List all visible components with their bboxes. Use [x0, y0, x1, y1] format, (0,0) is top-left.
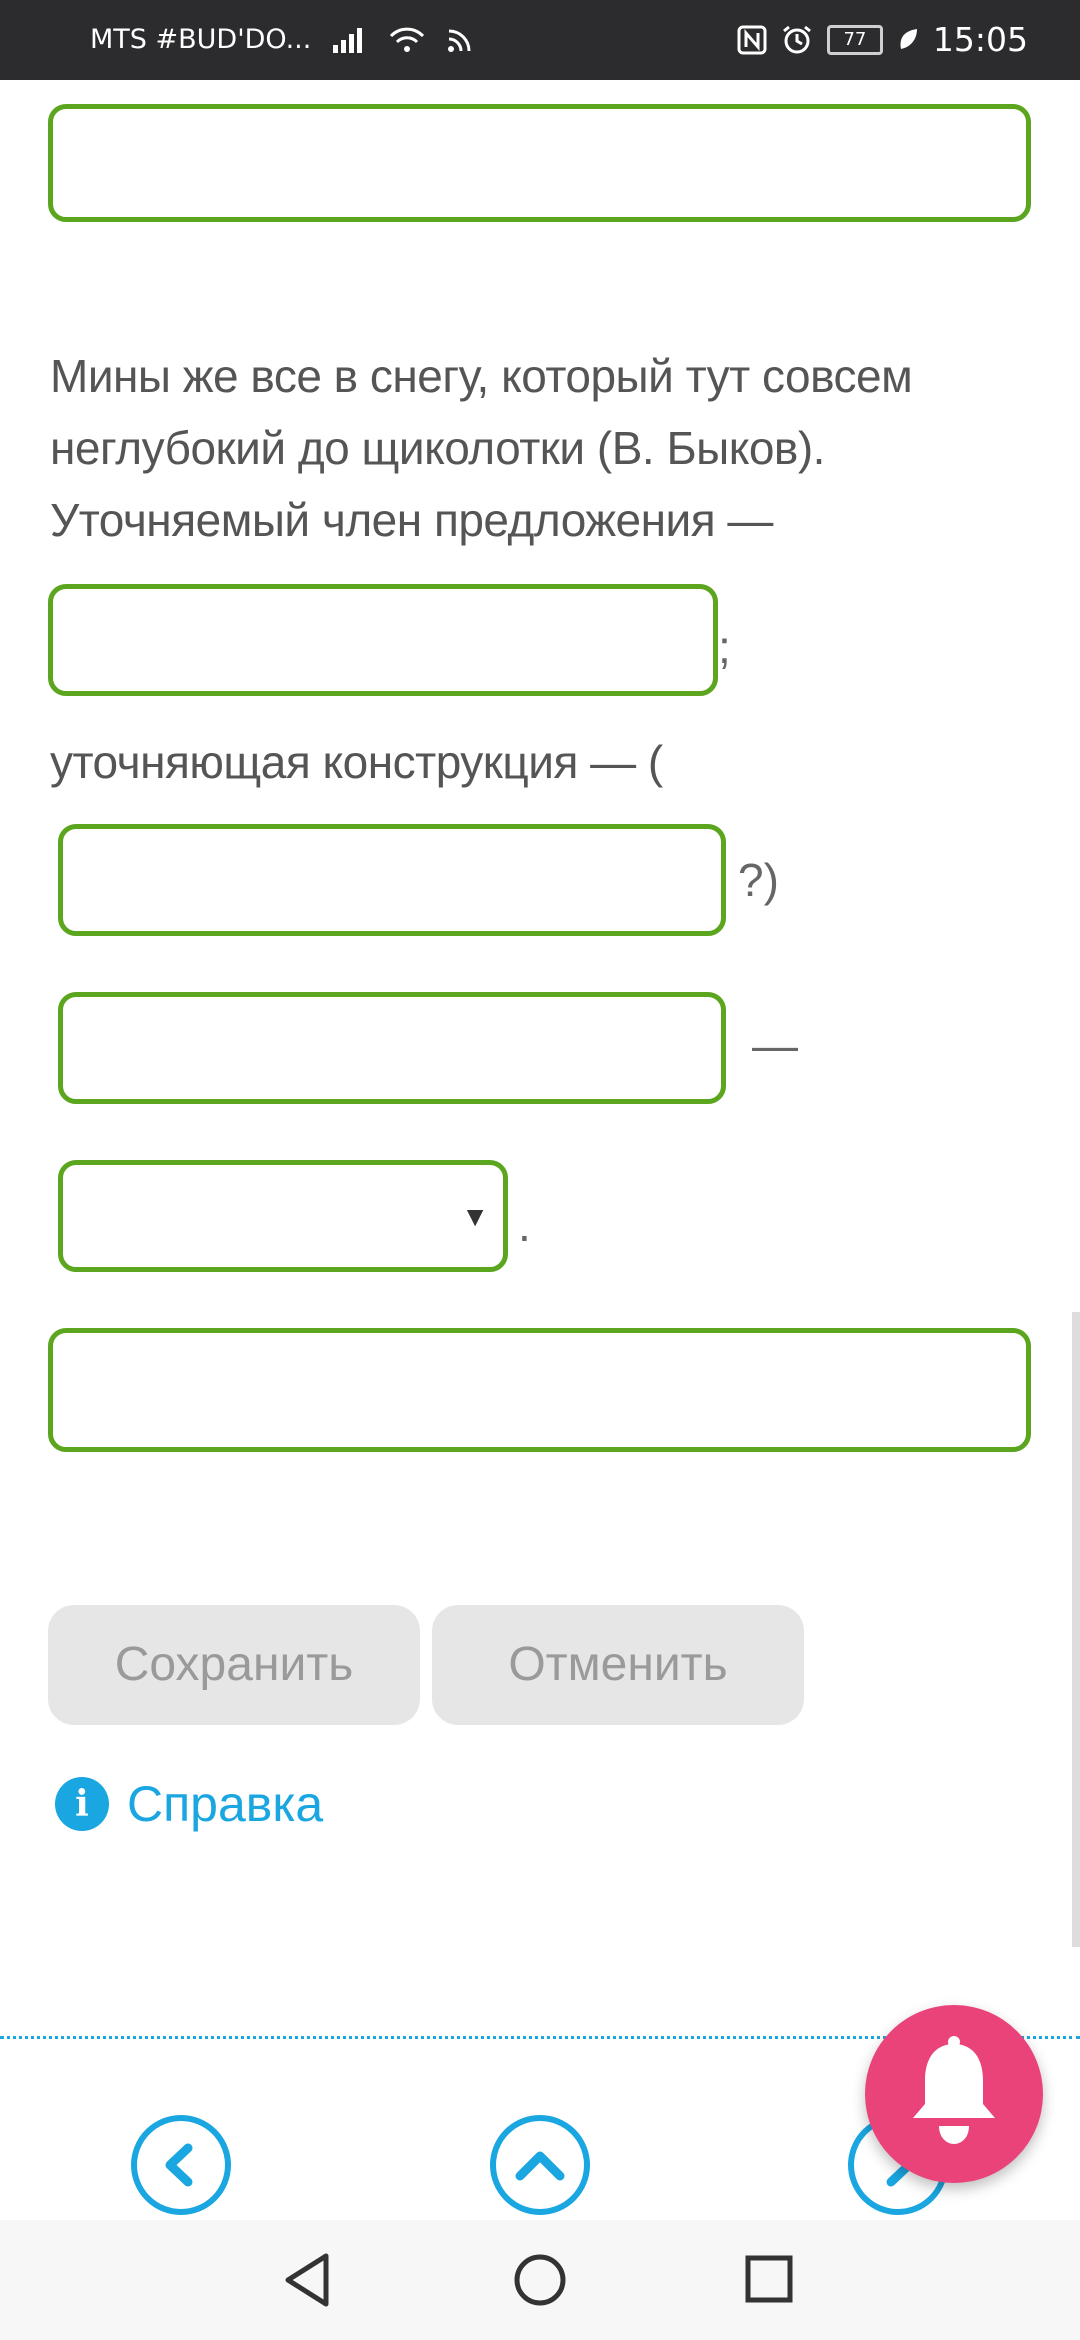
alarm-icon	[781, 24, 813, 56]
nav-up-button[interactable]	[490, 2115, 590, 2215]
chevron-up-icon	[515, 2151, 565, 2181]
home-icon[interactable]	[512, 2252, 568, 2308]
top-answer-field[interactable]	[48, 104, 1031, 222]
clarified-member-field[interactable]	[48, 584, 718, 696]
data-sync-icon	[447, 27, 473, 53]
construction-field[interactable]	[58, 992, 726, 1104]
notification-button[interactable]	[865, 2005, 1043, 2183]
sentence-line-2: неглубокий до щиколотки (В. Быков).	[50, 422, 825, 474]
construction-label: уточняющая конструкция — (	[50, 736, 663, 788]
question-word-field[interactable]	[58, 824, 726, 936]
dash-separator: —	[752, 1019, 798, 1071]
info-icon: i	[55, 1777, 109, 1831]
system-nav-bar	[0, 2220, 1080, 2340]
sentence-line-3: Уточняемый член предложения —	[50, 494, 773, 546]
save-button[interactable]: Сохранить	[48, 1605, 420, 1725]
bell-icon	[913, 2036, 995, 2144]
help-label: Справка	[127, 1776, 324, 1832]
clock-time: 15:05	[932, 20, 1028, 59]
answer-select[interactable]: ▼	[58, 1160, 508, 1272]
recents-icon[interactable]	[744, 2254, 794, 2304]
back-icon[interactable]	[282, 2252, 332, 2308]
question-paren-separator: ?)	[738, 854, 779, 906]
scrollbar[interactable]	[1072, 1312, 1080, 1947]
nav-prev-button[interactable]	[131, 2115, 231, 2215]
semicolon-separator: ;	[718, 621, 731, 673]
carrier-name: MTS #BUD'DO...	[90, 24, 312, 55]
status-bar: MTS #BUD'DO... 77 15:05	[0, 0, 1080, 80]
chevron-left-icon	[165, 2143, 193, 2187]
help-link[interactable]: i Справка	[55, 1775, 323, 1833]
battery-level: 77	[826, 24, 883, 55]
signal-icon	[333, 27, 367, 53]
nfc-icon	[737, 25, 767, 55]
leaf-icon	[897, 27, 919, 53]
sentence-line-1: Мины же все в снегу, который тут совсем	[50, 350, 913, 402]
wifi-icon	[389, 26, 425, 54]
period-separator: .	[518, 1199, 531, 1251]
dropdown-arrow-icon: ▼	[461, 1201, 489, 1232]
bottom-answer-field[interactable]	[48, 1328, 1031, 1452]
cancel-button[interactable]: Отменить	[432, 1605, 804, 1725]
